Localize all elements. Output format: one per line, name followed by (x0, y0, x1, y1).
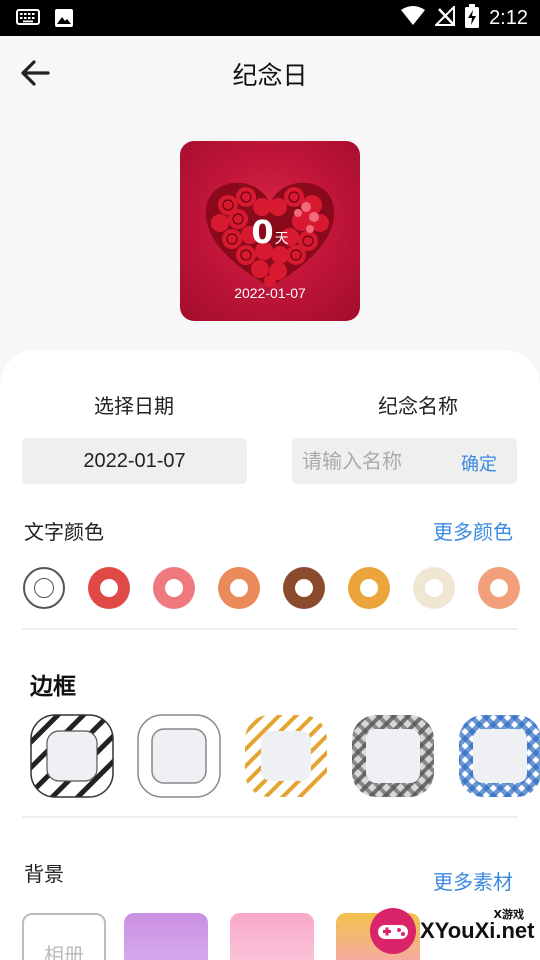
color-swatch-orange[interactable] (218, 567, 260, 609)
color-swatch-cream[interactable] (413, 567, 455, 609)
divider (22, 628, 518, 630)
day-unit: 天 (274, 231, 289, 247)
day-count: 0天 (180, 213, 360, 251)
color-swatch-brown[interactable] (283, 567, 325, 609)
confirm-button[interactable]: 确定 (461, 450, 497, 476)
border-option-blue-gingham[interactable] (458, 714, 540, 798)
wifi-icon (401, 6, 426, 30)
clock-time: 2:12 (489, 6, 528, 29)
album-button[interactable]: 相册 (22, 913, 106, 960)
background-option-purple[interactable] (124, 913, 208, 960)
watermark-text: XYouXi.net (420, 918, 535, 943)
date-picker[interactable]: 2022-01-07 (22, 438, 247, 484)
border-option-plain[interactable] (137, 714, 221, 798)
color-swatch-amber[interactable] (348, 567, 390, 609)
color-swatch-peach[interactable] (478, 567, 520, 609)
name-field-container: 确定 (292, 438, 517, 484)
border-heading: 边框 (30, 674, 76, 700)
name-input[interactable] (302, 446, 442, 476)
image-icon (54, 8, 74, 32)
status-bar: 2:12 (0, 0, 540, 36)
date-label: 选择日期 (94, 394, 174, 418)
divider (22, 816, 518, 818)
color-swatch-red[interactable] (88, 567, 130, 609)
page-title: 纪念日 (232, 61, 308, 90)
preview-date: 2022-01-07 (234, 285, 306, 301)
name-label: 纪念名称 (378, 394, 458, 418)
day-count-value: 0 (251, 213, 274, 251)
album-label: 相册 (44, 943, 84, 960)
no-signal-icon (433, 4, 456, 30)
color-swatch-pink[interactable] (153, 567, 195, 609)
border-option-gray-plaid[interactable] (351, 714, 435, 798)
text-color-label: 文字颜色 (24, 520, 104, 544)
border-option-orange-stripes[interactable] (244, 714, 328, 798)
anniversary-preview-card: 0天 2022-01-07 (180, 141, 360, 321)
gamepad-logo-icon (370, 908, 416, 954)
background-option-pink[interactable] (230, 913, 314, 960)
more-materials-link[interactable]: 更多素材 (433, 866, 513, 895)
border-option-black-stripes[interactable] (30, 714, 114, 798)
site-watermark: X游戏 XYouXi.net (368, 902, 540, 960)
app-bar: 纪念日 (0, 36, 540, 112)
color-swatch-white[interactable] (23, 567, 65, 609)
keyboard-icon (16, 8, 40, 32)
background-label: 背景 (24, 862, 64, 886)
battery-charging-icon (465, 4, 480, 32)
more-colors-link[interactable]: 更多颜色 (433, 516, 513, 545)
